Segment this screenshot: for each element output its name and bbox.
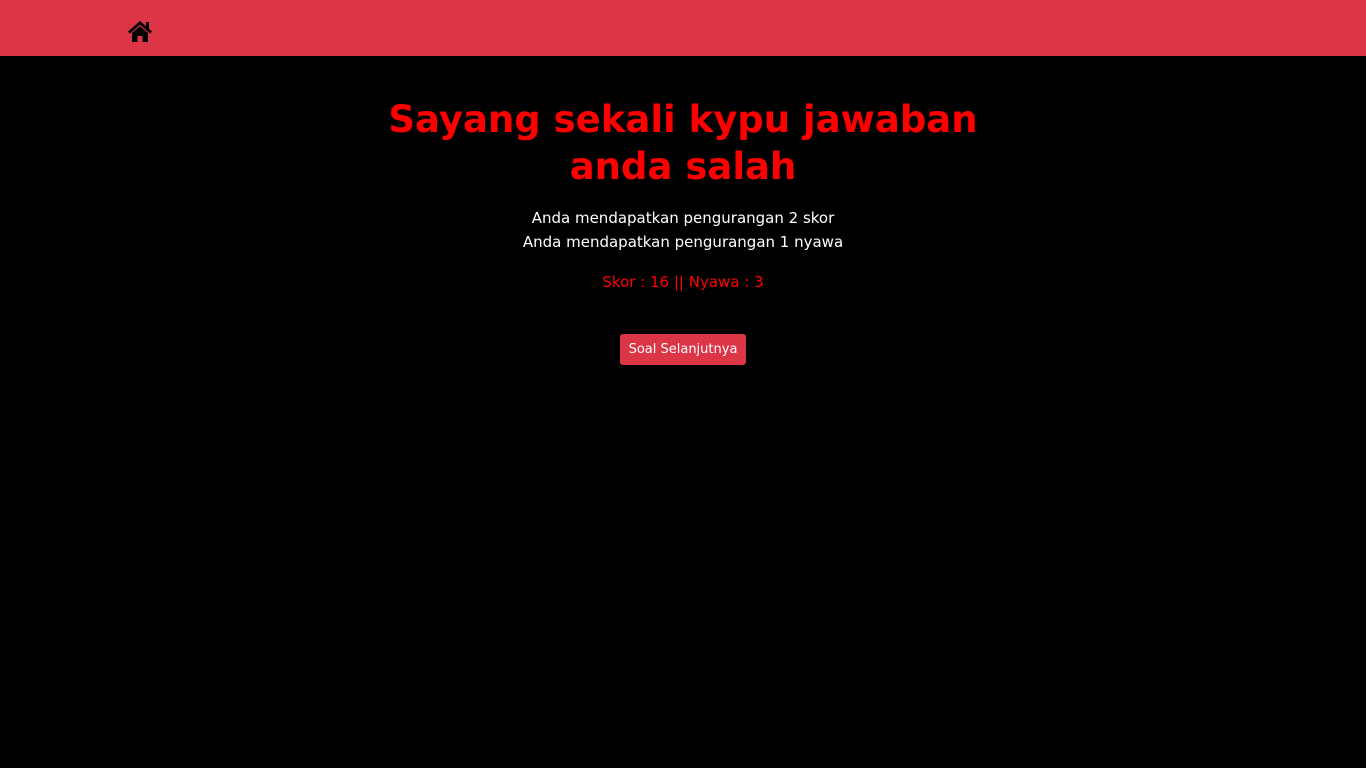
score-value: 16 xyxy=(649,273,670,291)
result-panel: Sayang sekali kypu jawaban anda salah An… xyxy=(0,56,1366,365)
life-penalty-message: Anda mendapatkan pengurangan 1 nyawa xyxy=(522,233,844,251)
lives-label: Nyawa xyxy=(688,273,740,291)
stats-separator: || xyxy=(673,273,684,291)
result-title: Sayang sekali kypu jawaban anda salah xyxy=(388,98,978,188)
score-penalty-message: Anda mendapatkan pengurangan 2 skor xyxy=(531,209,835,227)
lives-value: 3 xyxy=(754,273,764,291)
next-question-button[interactable]: Soal Selanjutnya xyxy=(619,334,747,365)
home-link[interactable] xyxy=(127,18,153,44)
score-lives-status: Skor : 16 || Nyawa : 3 xyxy=(602,273,764,291)
top-navbar xyxy=(0,0,1366,56)
score-label: Skor xyxy=(602,273,636,291)
home-icon xyxy=(128,21,152,42)
result-messages: Anda mendapatkan pengurangan 2 skor Anda… xyxy=(0,206,1366,254)
